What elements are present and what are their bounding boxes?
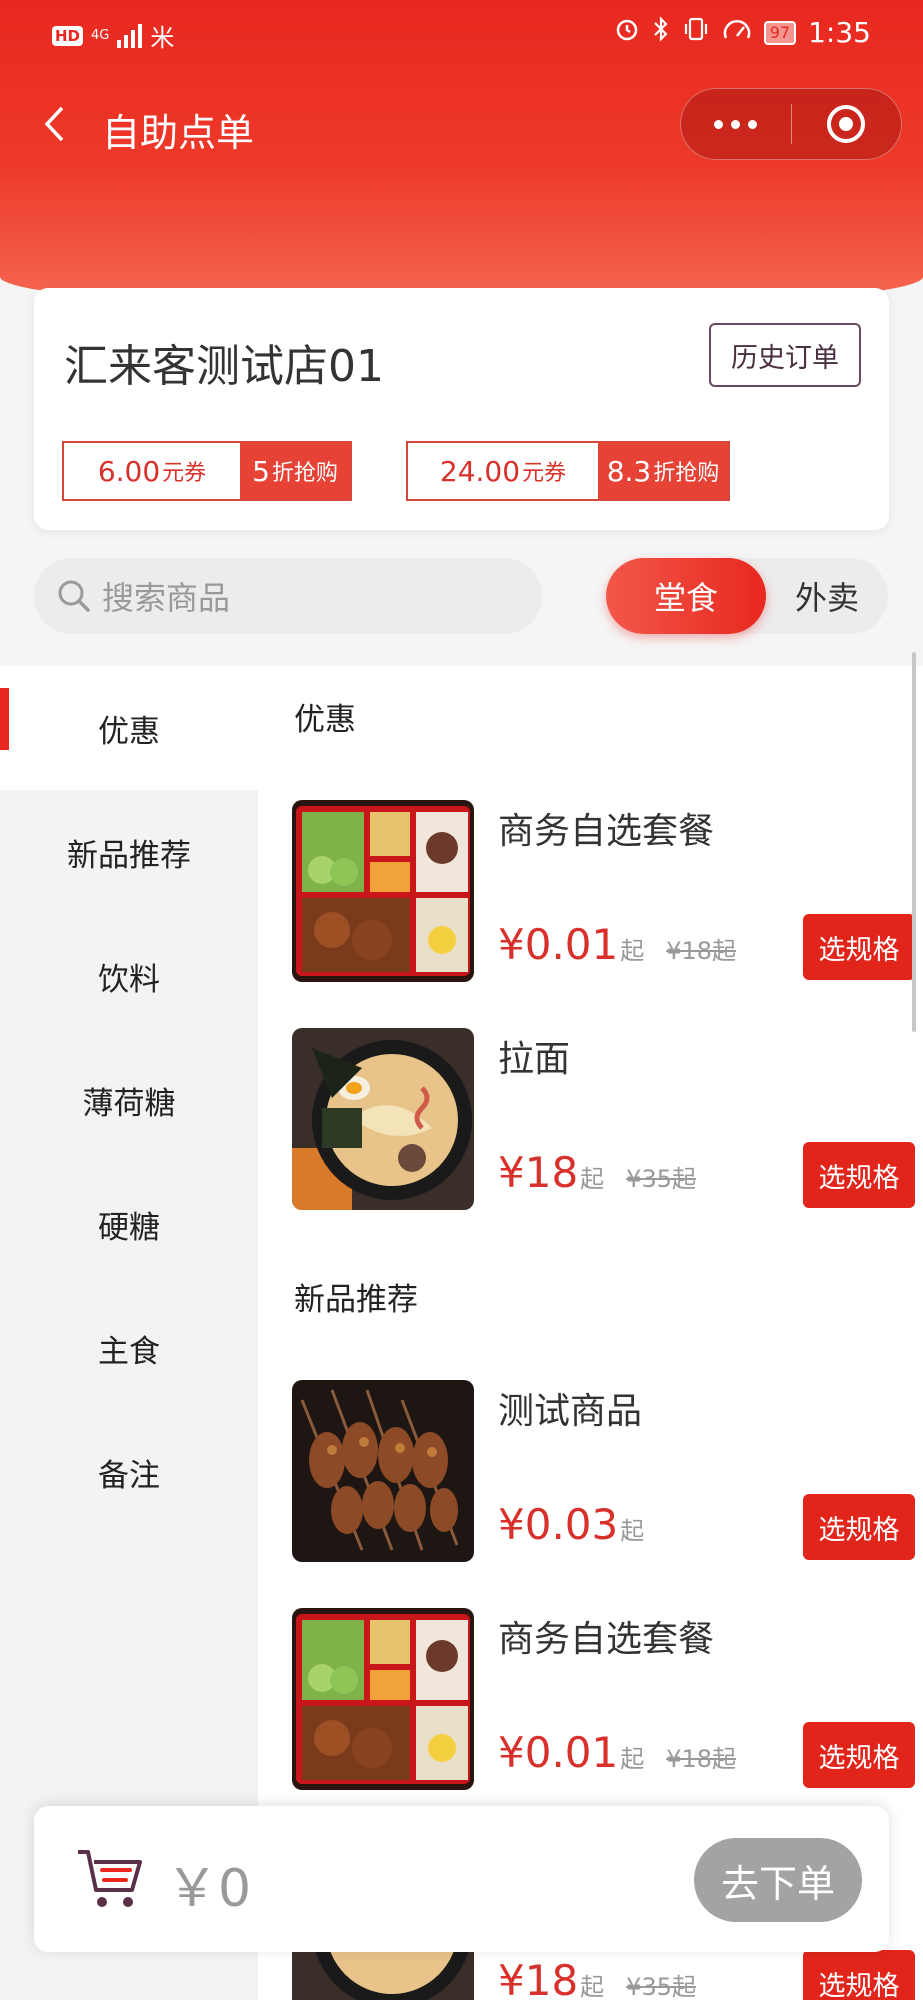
coupon-discount-suffix: 折抢购 xyxy=(653,461,720,486)
more-button[interactable] xyxy=(681,88,791,160)
clock: 1:35 xyxy=(808,16,871,49)
cart-icon[interactable] xyxy=(74,1842,146,1914)
carrier-label: 米 xyxy=(150,24,175,52)
back-button[interactable] xyxy=(34,102,74,146)
product-price: ¥0.01起 ¥18起 xyxy=(498,920,736,969)
section-title: 新品推荐 xyxy=(294,1282,418,1318)
sidebar-item-hard-candy[interactable]: 硬糖 xyxy=(0,1162,258,1286)
scrollbar[interactable] xyxy=(912,652,916,1032)
coupon-amount: 6.00 元券 xyxy=(64,443,240,499)
select-spec-button[interactable]: 选规格 xyxy=(803,1494,915,1560)
sidebar-item-drinks[interactable]: 饮料 xyxy=(0,914,258,1038)
hd-icon: HD xyxy=(52,25,84,46)
sidebar-item-discount[interactable]: 优惠 xyxy=(0,666,258,790)
store-name: 汇来客测试店01 xyxy=(64,341,384,392)
original-price: ¥18起 xyxy=(666,1745,737,1773)
network-label: 4G xyxy=(91,27,110,43)
product-name: 商务自选套餐 xyxy=(498,1619,715,1660)
product-list[interactable]: 优惠 商务自选套餐 ¥0.01起 ¥18起 选规格 拉面 ¥18起 ¥35起 选… xyxy=(258,666,923,2000)
select-spec-button[interactable]: 选规格 xyxy=(803,1142,915,1208)
signal-icon xyxy=(117,23,143,48)
dine-in-tab[interactable]: 堂食 xyxy=(606,558,766,634)
price-suffix: 起 xyxy=(620,1517,645,1545)
coupon-amount: 24.00 元券 xyxy=(408,443,598,499)
select-spec-button[interactable]: 选规格 xyxy=(803,1722,915,1788)
original-price: ¥35起 xyxy=(626,1973,696,2000)
price-suffix: 起 xyxy=(580,1165,605,1193)
cart-bar: ￥0 去下单 xyxy=(34,1806,889,1952)
coupon-discount: 5 xyxy=(252,454,270,488)
product-price: ¥0.03起 xyxy=(498,1500,644,1549)
coupon-amount-unit: 元券 xyxy=(162,461,207,486)
search-placeholder: 搜索商品 xyxy=(102,579,231,617)
more-dots-icon xyxy=(714,119,724,129)
close-miniprogram-button[interactable] xyxy=(792,88,902,160)
place-order-button[interactable]: 去下单 xyxy=(694,1838,862,1922)
sidebar-item-staple[interactable]: 主食 xyxy=(0,1286,258,1410)
select-spec-button[interactable]: 选规格 xyxy=(803,1950,915,2000)
price-suffix: 起 xyxy=(580,1973,605,2000)
store-card: 汇来客测试店01 历史订单 6.00 元券 5 折抢购 24.00 元券 8.3 折抢购 xyxy=(34,288,889,530)
page-title: 自助点单 xyxy=(102,111,255,155)
chevron-left-icon xyxy=(44,106,64,142)
product-image xyxy=(292,800,474,982)
original-price: ¥35起 xyxy=(626,1165,696,1193)
select-spec-button[interactable]: 选规格 xyxy=(803,914,915,980)
sidebar-item-new[interactable]: 新品推荐 xyxy=(0,790,258,914)
status-right: 97 1:35 xyxy=(614,16,871,49)
history-orders-button[interactable]: 历史订单 xyxy=(709,323,861,387)
product-name: 测试商品 xyxy=(498,1391,643,1432)
nav-bar: 自助点单 xyxy=(0,88,923,160)
product-image xyxy=(292,1380,474,1562)
price-suffix: 起 xyxy=(620,937,645,965)
miniprogram-capsule xyxy=(680,88,902,160)
price-suffix: 起 xyxy=(620,1745,645,1773)
search-input[interactable]: 搜索商品 xyxy=(34,558,542,634)
coupon-discount-suffix: 折抢购 xyxy=(271,461,338,486)
section-title: 优惠 xyxy=(294,702,356,738)
price-value: ¥0.03 xyxy=(498,1500,619,1549)
product-price: ¥18起 ¥35起 xyxy=(498,1148,696,1197)
coupon-deal: 5 折抢购 xyxy=(240,443,350,499)
speed-icon xyxy=(722,16,752,49)
product-image xyxy=(292,1608,474,1790)
sidebar-item-notes[interactable]: 备注 xyxy=(0,1410,258,1534)
status-bar: HD 4G 米 97 1:35 xyxy=(0,0,923,70)
product-card[interactable]: 商务自选套餐 ¥0.01起 ¥18起 选规格 xyxy=(292,800,918,984)
product-card[interactable]: 商务自选套餐 ¥0.01起 ¥18起 选规格 xyxy=(292,1608,918,1792)
product-image xyxy=(292,1028,474,1210)
cart-total: ￥0 xyxy=(166,1859,252,1919)
target-close-icon xyxy=(827,105,866,143)
price-value: ¥0.01 xyxy=(498,1728,619,1777)
category-sidebar: 优惠 新品推荐 饮料 薄荷糖 硬糖 主食 备注 xyxy=(0,666,258,2000)
coupon-1[interactable]: 6.00 元券 5 折抢购 xyxy=(62,441,352,501)
coupon-amount-value: 6.00 xyxy=(97,454,161,488)
product-card[interactable]: 拉面 ¥18起 ¥35起 选规格 xyxy=(292,1028,918,1212)
product-name: 拉面 xyxy=(498,1039,571,1080)
search-icon xyxy=(58,580,90,612)
status-left: HD 4G 米 xyxy=(52,18,174,53)
coupon-deal: 8.3 折抢购 xyxy=(598,443,728,499)
coupon-amount-unit: 元券 xyxy=(522,461,567,486)
original-price: ¥18起 xyxy=(666,937,737,965)
battery-icon: 97 xyxy=(763,20,797,45)
sidebar-item-mints[interactable]: 薄荷糖 xyxy=(0,1038,258,1162)
coupon-2[interactable]: 24.00 元券 8.3 折抢购 xyxy=(406,441,730,501)
product-price: ¥0.01起 ¥18起 xyxy=(498,1728,736,1777)
price-value: ¥18 xyxy=(498,1956,579,2000)
coupon-amount-value: 24.00 xyxy=(439,454,521,488)
bluetooth-icon xyxy=(652,16,670,49)
product-price: ¥18起 ¥35起 xyxy=(498,1956,696,2000)
takeout-tab[interactable]: 外卖 xyxy=(766,558,888,634)
vibrate-icon xyxy=(682,16,710,49)
product-name: 商务自选套餐 xyxy=(498,811,715,852)
coupon-discount: 8.3 xyxy=(606,454,652,488)
price-value: ¥18 xyxy=(498,1148,579,1197)
dining-mode-toggle: 堂食 外卖 xyxy=(606,558,888,634)
product-card[interactable]: 测试商品 ¥0.03起 选规格 xyxy=(292,1380,918,1564)
alarm-icon xyxy=(614,16,640,49)
price-value: ¥0.01 xyxy=(498,920,619,969)
